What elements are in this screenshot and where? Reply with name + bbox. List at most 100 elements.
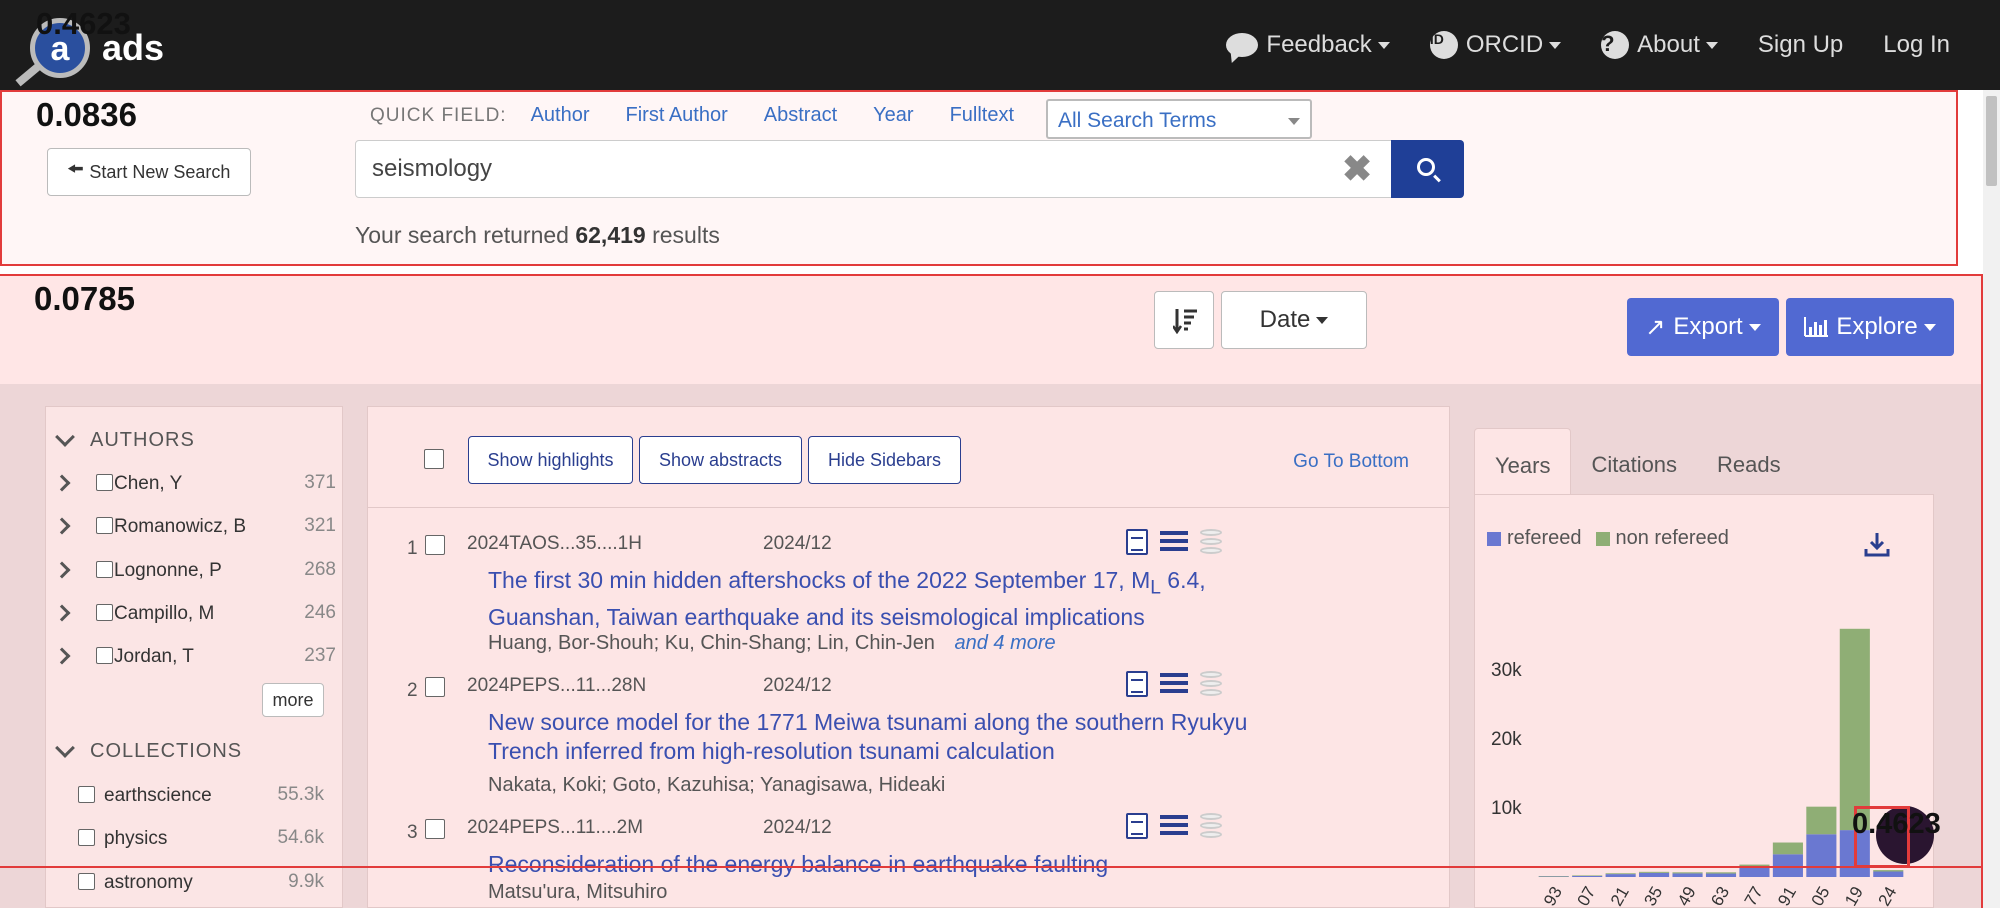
tab-citations[interactable]: Citations: [1571, 428, 1697, 494]
results-count: 62,419: [575, 222, 646, 248]
bar-refereed-1935[interactable]: [1639, 872, 1670, 877]
facet-checkbox[interactable]: [96, 604, 113, 621]
chevron-right-icon[interactable]: [53, 647, 71, 665]
full-text-icon[interactable]: [1126, 813, 1148, 839]
facet-checkbox[interactable]: [96, 647, 113, 664]
search-terms-select[interactable]: All Search Terms: [1046, 99, 1312, 139]
bar-non-refereed-1949[interactable]: [1672, 872, 1703, 874]
orcid-menu[interactable]: iD ORCID: [1429, 31, 1562, 59]
start-new-search-button[interactable]: 🠘 Start New Search: [47, 148, 251, 196]
result-item: 1 2024TAOS...35....1H 2024/12 The first …: [368, 529, 1449, 663]
facet-checkbox[interactable]: [96, 474, 113, 491]
bar-refereed-1921[interactable]: [1605, 874, 1636, 877]
result-authors: Huang, Bor-Shouh; Ku, Chin-Shang; Lin, C…: [488, 632, 1056, 655]
sort-date-dropdown[interactable]: Date: [1221, 291, 1367, 349]
result-checkbox[interactable]: [425, 535, 445, 555]
bar-refereed-2005[interactable]: [1806, 834, 1837, 877]
bar-non-refereed-1893[interactable]: [1538, 876, 1569, 877]
quick-field-year[interactable]: Year: [873, 104, 913, 127]
about-label: About: [1637, 31, 1700, 58]
x-tick-label: 49: [1674, 883, 1700, 908]
show-highlights-button[interactable]: Show highlights: [468, 436, 633, 484]
facet-checkbox[interactable]: [78, 829, 95, 846]
overlay-score-toolbar: 0.0785: [34, 280, 135, 317]
results-suffix: results: [645, 222, 720, 248]
bar-refereed-2024[interactable]: [1873, 871, 1904, 877]
result-bibcode: 2024PEPS...11....2M: [467, 817, 644, 838]
references-list-icon[interactable]: [1160, 671, 1188, 695]
facet-checkbox[interactable]: [96, 561, 113, 578]
tab-years[interactable]: Years: [1474, 428, 1572, 494]
bar-refereed-1949[interactable]: [1672, 873, 1703, 877]
bar-refereed-1907[interactable]: [1572, 875, 1603, 877]
references-list-icon[interactable]: [1160, 529, 1188, 553]
collection-facet-row[interactable]: earthscience 55.3k: [54, 782, 336, 812]
tab-reads[interactable]: Reads: [1697, 428, 1801, 494]
chevron-right-icon[interactable]: [53, 474, 71, 492]
chevron-right-icon[interactable]: [53, 561, 71, 579]
collections-facet-header[interactable]: COLLECTIONS: [55, 737, 242, 763]
sort-direction-button[interactable]: [1154, 291, 1214, 349]
hide-sidebars-button[interactable]: Hide Sidebars: [808, 436, 961, 484]
quick-field-abstract[interactable]: Abstract: [764, 104, 837, 127]
results-prefix: Your search returned: [355, 222, 576, 248]
export-button[interactable]: ↗ Export: [1627, 298, 1779, 356]
chevron-right-icon[interactable]: [53, 604, 71, 622]
bar-non-refereed-2005[interactable]: [1806, 806, 1837, 835]
nav-menu: Feedback iD ORCID ? About Sign Up Log In: [1186, 0, 1950, 90]
arrow-left-icon: 🠘: [67, 159, 84, 179]
more-authors-button[interactable]: more: [262, 683, 324, 717]
full-text-icon[interactable]: [1126, 671, 1148, 697]
search-input[interactable]: seismology: [355, 140, 1392, 198]
result-checkbox[interactable]: [425, 677, 445, 697]
references-list-icon[interactable]: [1160, 813, 1188, 837]
clear-search-icon[interactable]: ✖: [1342, 148, 1372, 190]
author-facet-row[interactable]: Romanowicz, B 321: [53, 513, 336, 543]
collection-facet-row[interactable]: physics 54.6k: [54, 825, 336, 855]
result-checkbox[interactable]: [425, 819, 445, 839]
bar-non-refereed-1991[interactable]: [1772, 842, 1803, 855]
result-title[interactable]: Reconsideration of the energy balance in…: [488, 850, 1288, 879]
select-all-checkbox[interactable]: [424, 449, 444, 469]
chevron-right-icon[interactable]: [53, 517, 71, 535]
feedback-menu[interactable]: Feedback: [1226, 31, 1390, 59]
quick-field-author[interactable]: Author: [531, 104, 590, 127]
quick-field-fulltext[interactable]: Fulltext: [950, 104, 1014, 127]
bar-non-refereed-1907[interactable]: [1572, 875, 1603, 876]
facet-checkbox[interactable]: [96, 517, 113, 534]
result-title[interactable]: The first 30 min hidden aftershocks of t…: [488, 566, 1288, 632]
facet-name: Campillo, M: [114, 603, 215, 624]
author-facet-row[interactable]: Campillo, M 246: [53, 600, 336, 630]
result-title[interactable]: New source model for the 1771 Meiwa tsun…: [488, 708, 1288, 766]
facet-count: 55.3k: [277, 784, 324, 805]
bar-non-refereed-1963[interactable]: [1705, 872, 1737, 874]
bar-non-refereed-2024[interactable]: [1873, 870, 1904, 872]
sign-up-link[interactable]: Sign Up: [1758, 31, 1843, 59]
scrollbar-thumb[interactable]: [1986, 96, 1997, 186]
bar-refereed-1963[interactable]: [1705, 873, 1737, 877]
authors-facet-header[interactable]: AUTHORS: [55, 426, 195, 452]
quick-field-first-author[interactable]: First Author: [626, 104, 728, 127]
result-date: 2024/12: [763, 817, 832, 838]
x-tick-label: 24: [1875, 883, 1901, 908]
author-facet-row[interactable]: Lognonne, P 268: [53, 557, 336, 587]
go-to-bottom-link[interactable]: Go To Bottom: [1293, 451, 1409, 473]
bar-non-refereed-2019[interactable]: [1839, 628, 1870, 831]
page-scrollbar[interactable]: [1983, 90, 2000, 908]
full-text-icon[interactable]: [1126, 529, 1148, 555]
author-facet-row[interactable]: Chen, Y 371: [53, 470, 336, 500]
facet-checkbox[interactable]: [78, 873, 95, 890]
more-authors-link[interactable]: and 4 more: [955, 632, 1056, 654]
bar-non-refereed-1935[interactable]: [1639, 871, 1670, 873]
explore-button[interactable]: Explore: [1786, 298, 1954, 356]
log-in-link[interactable]: Log In: [1883, 31, 1950, 59]
x-tick-label: 77: [1741, 883, 1767, 908]
about-menu[interactable]: ? About: [1601, 31, 1718, 59]
facet-checkbox[interactable]: [78, 786, 95, 803]
collection-facet-row[interactable]: astronomy 9.9k: [54, 869, 336, 899]
show-abstracts-button[interactable]: Show abstracts: [639, 436, 802, 484]
author-facet-row[interactable]: Jordan, T 237: [53, 643, 336, 673]
bar-non-refereed-1921[interactable]: [1605, 873, 1636, 875]
search-submit-button[interactable]: [1391, 140, 1464, 198]
bar-refereed-1977[interactable]: [1739, 867, 1770, 877]
